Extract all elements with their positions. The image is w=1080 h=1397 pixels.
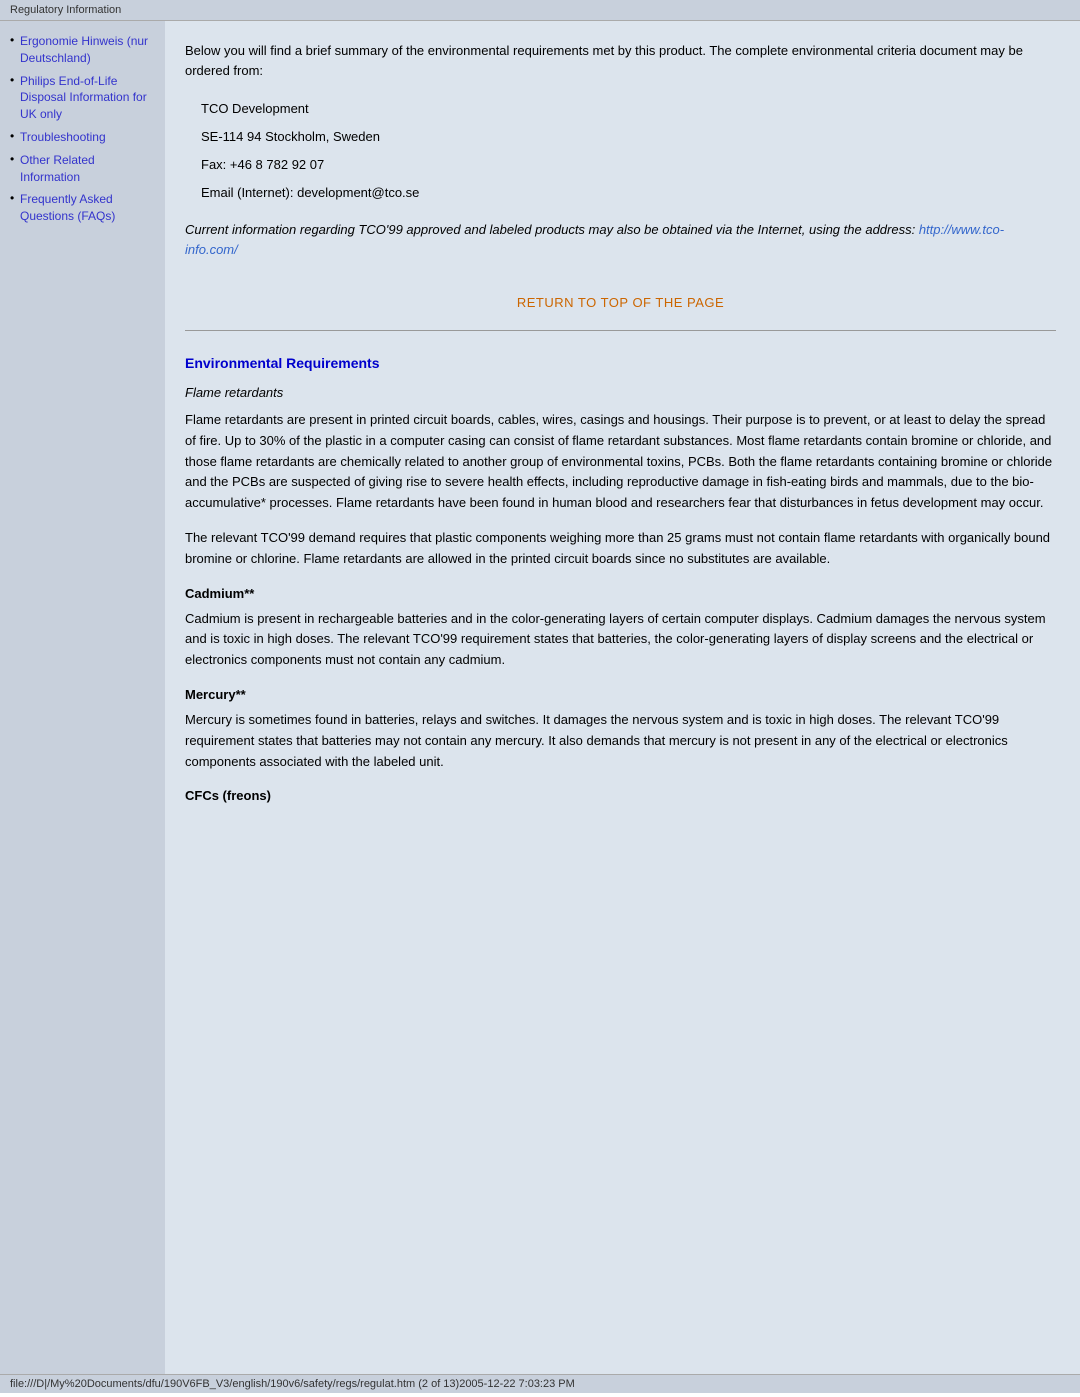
return-to-top-link[interactable]: RETURN TO TOP OF THE PAGE — [517, 295, 724, 310]
address-line4: Email (Internet): development@tco.se — [201, 180, 1056, 206]
page-layout: Ergonomie Hinweis (nur Deutschland) Phil… — [0, 21, 1080, 1374]
cadmium-para: Cadmium is present in rechargeable batte… — [185, 609, 1056, 671]
sidebar-item-troubleshooting: Troubleshooting — [10, 129, 155, 146]
top-bar-title: Regulatory Information — [10, 4, 121, 16]
sidebar-item-faq: Frequently Asked Questions (FAQs) — [10, 191, 155, 225]
flame-retardants-subheading: Flame retardants — [185, 385, 1056, 400]
sidebar: Ergonomie Hinweis (nur Deutschland) Phil… — [0, 21, 165, 1374]
sidebar-link-philips[interactable]: Philips End-of-Life Disposal Information… — [20, 74, 147, 122]
sidebar-item-ergonomie: Ergonomie Hinweis (nur Deutschland) — [10, 33, 155, 67]
italic-note-text: Current information regarding TCO'99 app… — [185, 222, 919, 237]
env-requirements-heading: Environmental Requirements — [185, 355, 1056, 371]
sidebar-link-troubleshooting[interactable]: Troubleshooting — [20, 130, 106, 144]
address-line3: Fax: +46 8 782 92 07 — [201, 152, 1056, 178]
sidebar-item-philips: Philips End-of-Life Disposal Information… — [10, 73, 155, 123]
mercury-heading: Mercury** — [185, 687, 1056, 702]
cadmium-heading: Cadmium** — [185, 586, 1056, 601]
status-bar-text: file:///D|/My%20Documents/dfu/190V6FB_V3… — [10, 1378, 575, 1390]
top-bar: Regulatory Information — [0, 0, 1080, 21]
cfcs-heading: CFCs (freons) — [185, 788, 1056, 803]
return-link-container: RETURN TO TOP OF THE PAGE — [185, 295, 1056, 310]
flame-para1: Flame retardants are present in printed … — [185, 410, 1056, 514]
sidebar-nav-list: Ergonomie Hinweis (nur Deutschland) Phil… — [10, 33, 155, 225]
mercury-para: Mercury is sometimes found in batteries,… — [185, 710, 1056, 772]
main-content: Below you will find a brief summary of t… — [165, 21, 1080, 1374]
address-block: TCO Development SE-114 94 Stockholm, Swe… — [201, 96, 1056, 206]
section-divider — [185, 330, 1056, 331]
intro-paragraph: Below you will find a brief summary of t… — [185, 41, 1056, 80]
status-bar: file:///D|/My%20Documents/dfu/190V6FB_V3… — [0, 1374, 1080, 1393]
italic-note: Current information regarding TCO'99 app… — [185, 220, 1056, 259]
address-line2: SE-114 94 Stockholm, Sweden — [201, 124, 1056, 150]
sidebar-link-other[interactable]: Other Related Information — [20, 153, 95, 184]
sidebar-link-ergonomie[interactable]: Ergonomie Hinweis (nur Deutschland) — [20, 34, 148, 65]
sidebar-link-faq[interactable]: Frequently Asked Questions (FAQs) — [20, 192, 115, 223]
sidebar-item-other: Other Related Information — [10, 152, 155, 186]
flame-para2: The relevant TCO'99 demand requires that… — [185, 528, 1056, 570]
address-line1: TCO Development — [201, 96, 1056, 122]
